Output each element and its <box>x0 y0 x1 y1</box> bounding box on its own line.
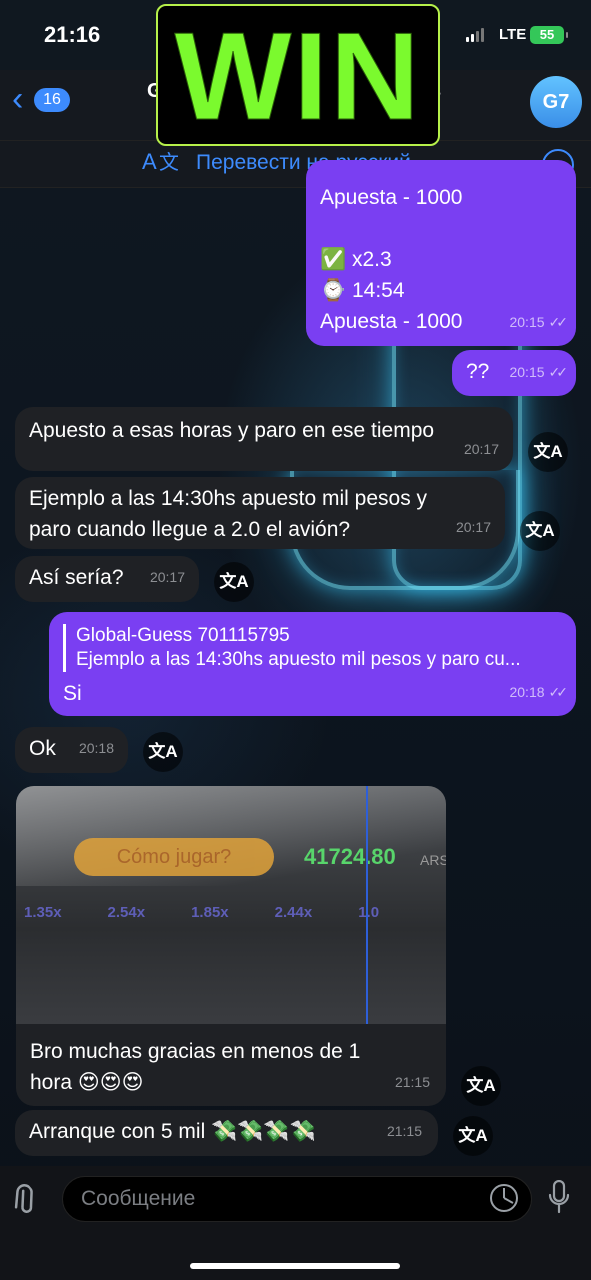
message-time: 20:17 <box>463 441 499 457</box>
photo-multiplier: 2.54x <box>107 904 146 921</box>
chat-avatar[interactable]: G7 <box>530 76 582 128</box>
translate-message-button[interactable]: 文A <box>520 511 560 551</box>
message-line: Apuesta - 1000 <box>320 186 463 209</box>
message-line <box>320 213 562 244</box>
signal-icon <box>466 28 484 42</box>
message-time: 20:18 <box>78 740 114 756</box>
read-ticks-icon: ✓✓ <box>548 684 569 700</box>
read-ticks-icon: ✓✓ <box>548 364 569 380</box>
photo-multiplier: 2.44x <box>274 904 313 921</box>
translate-message-button[interactable]: 文A <box>461 1066 501 1106</box>
read-ticks-icon: ✓✓ <box>548 314 569 330</box>
translate-message-button[interactable]: 文A <box>453 1116 493 1156</box>
message-input[interactable] <box>62 1176 532 1222</box>
svg-text:A: A <box>142 149 157 174</box>
photo-como-jugar-button: Cómo jugar? <box>74 838 274 876</box>
message-time: 20:17 <box>455 519 491 535</box>
message-text: Ejemplo a las 14:30hs apuesto mil pesos … <box>29 487 428 541</box>
photo-multiplier: 1.85x <box>191 904 229 921</box>
message-bubble-outgoing[interactable]: Global-Guess 701115795 Ejemplo a las 14:… <box>49 612 576 716</box>
battery-icon: 55 <box>530 26 568 44</box>
photo-currency: ARS <box>420 852 446 868</box>
reply-author: Global-Guess 701115795 <box>76 625 290 646</box>
translate-message-button[interactable]: 文A <box>214 562 254 602</box>
message-time: 21:15 <box>386 1123 422 1139</box>
message-text: Así sería? <box>29 566 124 589</box>
message-time: 21:15 <box>394 1074 430 1090</box>
message-bubble-outgoing[interactable]: ?? 20:15 ✓✓ <box>452 350 576 396</box>
message-bubble-incoming[interactable]: Ok 20:18 <box>15 727 128 773</box>
message-bubble-incoming[interactable]: Arranque con 5 mil 💸💸💸💸 21:15 <box>15 1110 438 1156</box>
message-text: Ok <box>29 737 56 760</box>
photo-balance: 41724.80 <box>304 844 396 869</box>
message-time: 20:15 ✓✓ <box>509 314 569 330</box>
message-bubble-incoming[interactable]: Bro muchas gracias en menos de 1 hora 😍😍… <box>16 1024 446 1106</box>
message-time: 20:18 ✓✓ <box>509 684 569 700</box>
reply-quote[interactable]: Global-Guess 701115795 Ejemplo a las 14:… <box>63 624 562 672</box>
photo-multiplier: 1.35x <box>24 904 62 921</box>
network-label: LTE <box>499 26 527 43</box>
message-bubble-incoming[interactable]: Apuesto a esas horas y paro en ese tiemp… <box>15 407 513 471</box>
sticker-icon[interactable] <box>490 1184 518 1212</box>
win-overlay-banner: WIN <box>156 4 440 147</box>
message-text: Bro muchas gracias en menos de 1 hora 😍😍… <box>30 1040 361 1094</box>
message-bubble-outgoing[interactable]: Apuesta - 1000 ✅ x2.3 ⌚ 14:54 Apuesta - … <box>306 160 576 346</box>
message-text: Si <box>63 682 82 705</box>
attach-paperclip-icon[interactable] <box>3 1180 50 1228</box>
photo-multiplier: 1.0 <box>358 904 380 921</box>
translate-message-button[interactable]: 文A <box>143 732 183 772</box>
photo-attachment[interactable]: Cómo jugar? 41724.80 ARS 1.35x 2.54x 1.8… <box>16 786 446 1024</box>
message-time: 20:17 <box>149 569 185 585</box>
back-unread-count[interactable]: 16 <box>34 88 70 112</box>
message-line: ✅ x2.3 <box>320 248 392 271</box>
svg-text:文: 文 <box>159 150 178 174</box>
home-indicator[interactable] <box>190 1263 400 1269</box>
photo-multipliers: 1.35x 2.54x 1.85x 2.44x 1.0 <box>24 904 446 921</box>
microphone-icon[interactable] <box>548 1179 570 1214</box>
photo-vertical-line <box>366 786 368 1024</box>
message-line: ⌚ 14:54 <box>320 279 405 302</box>
message-bubble-incoming[interactable]: Así sería? 20:17 <box>15 556 199 602</box>
message-time: 20:15 ✓✓ <box>509 364 569 380</box>
reply-text: Ejemplo a las 14:30hs apuesto mil pesos … <box>76 649 521 670</box>
translate-message-button[interactable]: 文A <box>528 432 568 472</box>
message-text: Apuesto a esas horas y paro en ese tiemp… <box>29 419 435 442</box>
message-text: Arranque con 5 mil 💸💸💸💸 <box>29 1120 316 1143</box>
status-time: 21:16 <box>44 22 101 47</box>
message-bubble-incoming[interactable]: Ejemplo a las 14:30hs apuesto mil pesos … <box>15 477 505 549</box>
win-overlay-text: WIN <box>174 8 422 147</box>
translate-icon: A文 <box>142 147 179 184</box>
back-chevron-icon[interactable]: ‹ <box>12 82 23 116</box>
message-text: ?? <box>466 360 490 383</box>
